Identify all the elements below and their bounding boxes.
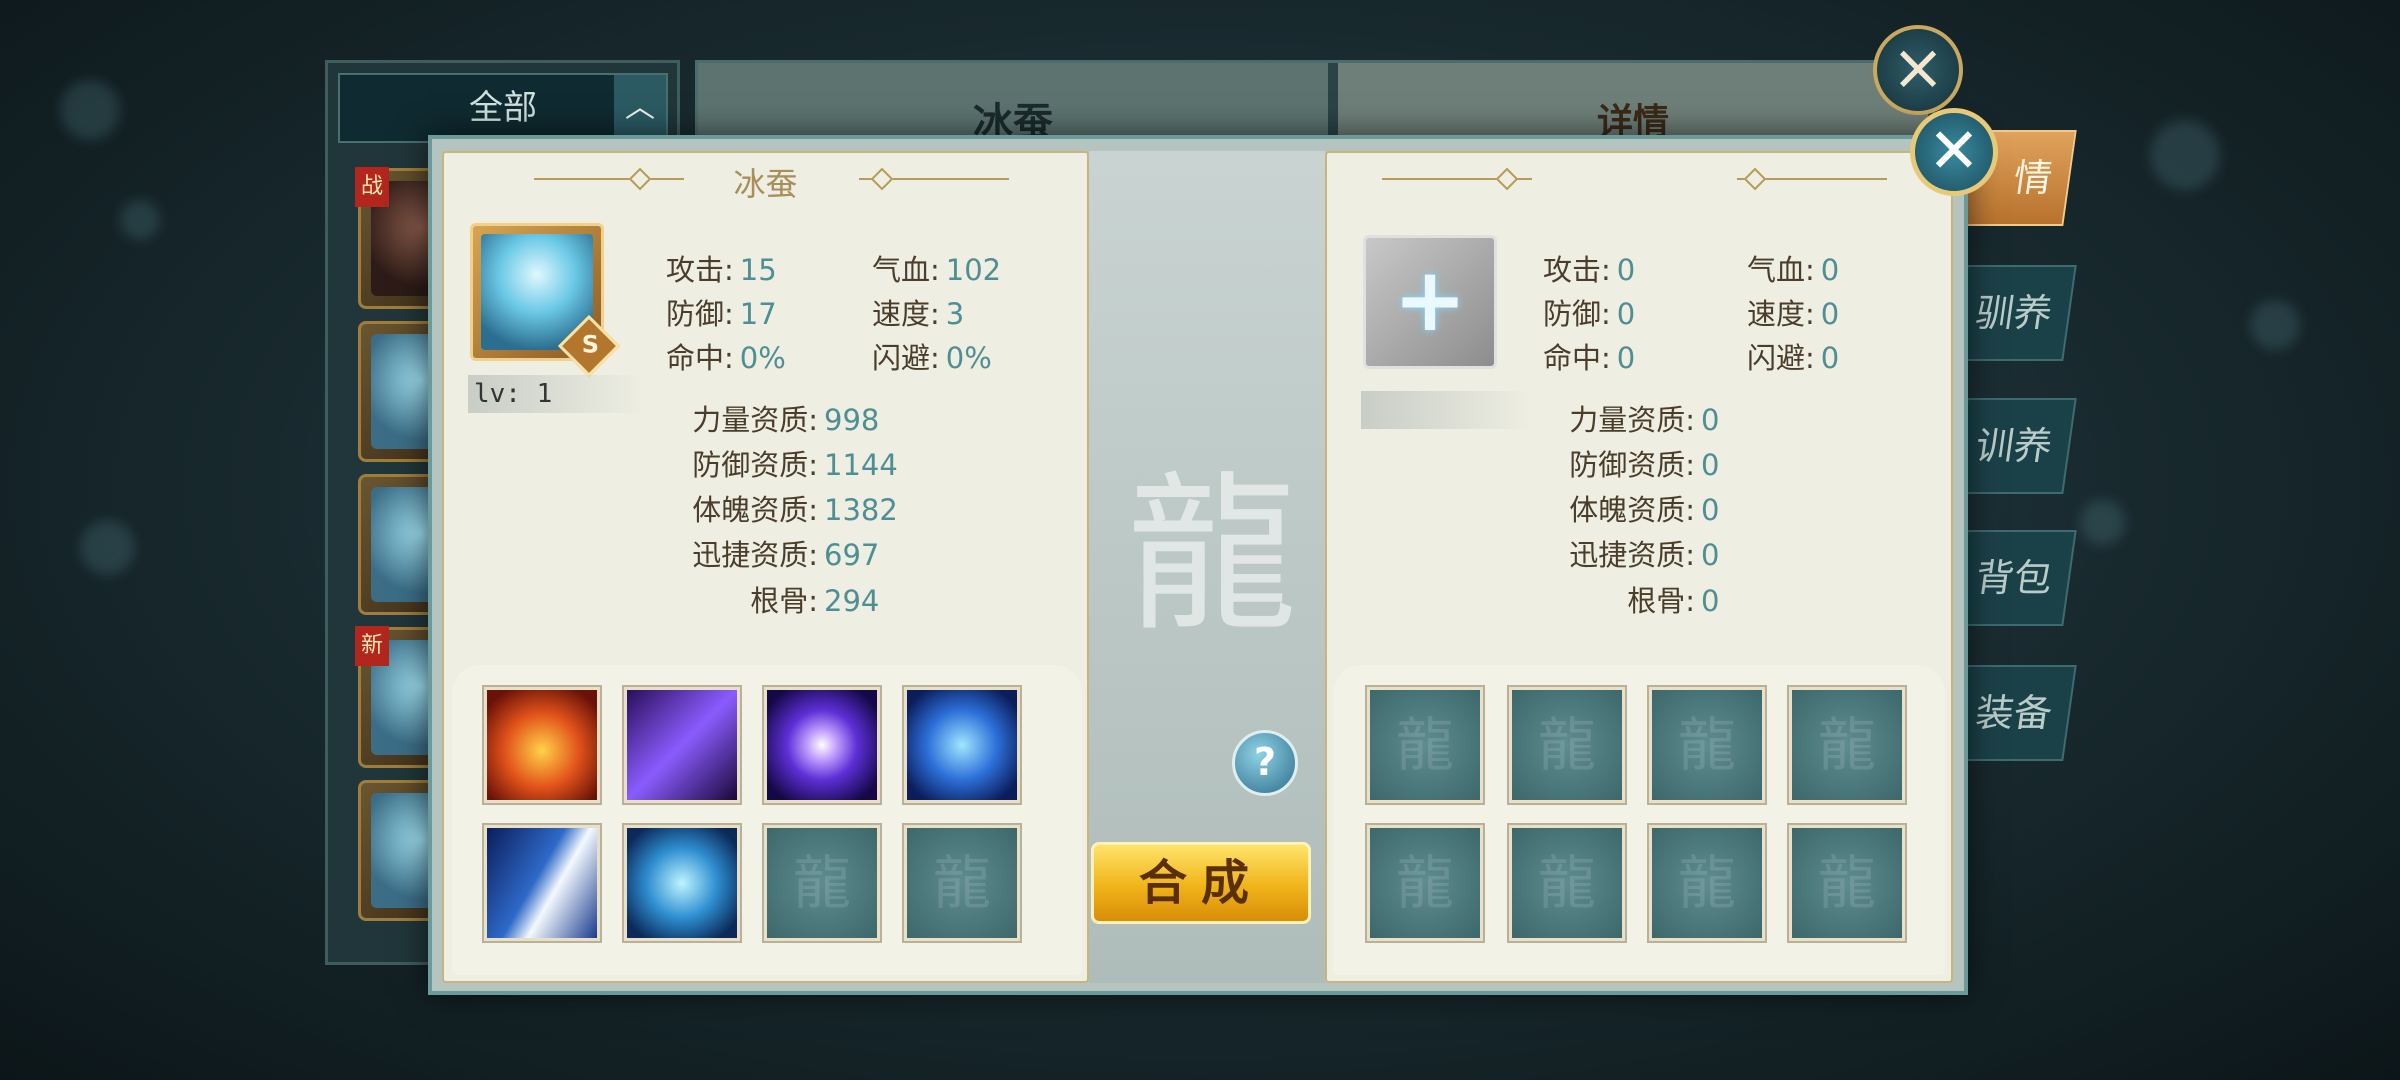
stat-speed: 速度: 3 <box>872 297 965 331</box>
empty-skill-slot[interactable] <box>1789 687 1905 803</box>
aptitude-agility: 迅捷资质: 697 <box>692 538 880 572</box>
grade-label: S <box>581 330 600 359</box>
bokeh-light <box>120 200 160 240</box>
stat-speed: 速度: 0 <box>1747 297 1840 331</box>
aptitude-root-bone: 根骨: 294 <box>750 584 880 618</box>
bokeh-light <box>2250 300 2300 350</box>
aptitude-physique: 体魄资质: 0 <box>1569 493 1720 527</box>
dragon-emblem-icon: 龍 <box>1127 457 1298 655</box>
battle-tag: 战 <box>355 167 389 207</box>
stat-attack: 攻击: 0 <box>1543 253 1636 287</box>
tab-bag[interactable]: 背包 <box>1953 530 2077 626</box>
aptitude-agility: 迅捷资质: 0 <box>1569 538 1720 572</box>
stat-defense: 防御: 17 <box>666 297 777 331</box>
help-button[interactable]: ? <box>1232 730 1298 796</box>
empty-skill-slot[interactable] <box>1649 687 1765 803</box>
title-ornament <box>1495 167 1519 191</box>
tab-equip[interactable]: 装备 <box>1953 665 2077 761</box>
aptitude-physique: 体魄资质: 1382 <box>692 493 898 527</box>
aptitude-defense: 防御资质: 1144 <box>692 448 898 482</box>
empty-skill-slot[interactable] <box>904 825 1020 941</box>
combine-button[interactable]: 合成 <box>1091 842 1311 924</box>
bokeh-light <box>60 80 120 140</box>
crossed-chains-skill-icon[interactable] <box>624 825 740 941</box>
bokeh-light <box>80 520 135 575</box>
plus-icon: + <box>1393 248 1467 351</box>
add-pet-button[interactable]: + <box>1363 235 1497 369</box>
title-ornament <box>1743 167 1767 191</box>
aptitude-strength: 力量资质: 998 <box>692 403 880 437</box>
new-tag: 新 <box>355 626 389 666</box>
stat-attack: 攻击: 15 <box>666 253 777 287</box>
aptitude-strength: 力量资质: 0 <box>1569 403 1720 437</box>
right-pet-panel: + 攻击: 0 气血: 0 防御: 0 速度: 0 命中: 0 闪避: 0 力量资质: 0 防… <box>1325 151 1953 983</box>
stat-hp: 气血: 0 <box>1747 253 1840 287</box>
chevron-up-icon[interactable]: ︿ <box>614 75 666 141</box>
aptitude-root-bone: 根骨: 0 <box>1627 584 1720 618</box>
lightning-orb-skill-icon[interactable] <box>764 687 880 803</box>
empty-skill-slot[interactable] <box>1367 825 1483 941</box>
pet-level <box>1361 391 1531 429</box>
blue-shield-skill-icon[interactable] <box>904 687 1020 803</box>
filter-label: 全部 <box>469 88 537 128</box>
tab-raise[interactable]: 驯养 <box>1953 265 2077 361</box>
stat-defense: 防御: 0 <box>1543 297 1636 331</box>
empty-skill-slot[interactable] <box>1789 825 1905 941</box>
stat-dodge: 闪避: 0% <box>872 341 992 375</box>
aptitude-defense: 防御资质: 0 <box>1569 448 1720 482</box>
empty-skill-slot[interactable] <box>1649 825 1765 941</box>
left-pet-panel: 冰蚕 S lv: 1 攻击: 15 气血: 102 防御: 17 速度: 3 命中: 0%… <box>442 151 1089 983</box>
empty-skill-slot[interactable] <box>1367 687 1483 803</box>
background-close-button[interactable]: × <box>1873 25 1963 115</box>
tab-train[interactable]: 训养 <box>1953 398 2077 494</box>
pet-portrait[interactable]: S <box>470 223 621 378</box>
skills-grid <box>452 665 1082 975</box>
bokeh-light <box>2150 120 2220 190</box>
moon-light-skill-icon[interactable] <box>484 825 600 941</box>
fire-skill-icon[interactable] <box>484 687 600 803</box>
stat-hit: 命中: 0 <box>1543 341 1636 375</box>
stat-hp: 气血: 102 <box>872 253 1002 287</box>
pet-level: lv: 1 <box>468 375 644 413</box>
stat-hit: 命中: 0% <box>666 341 786 375</box>
stat-dodge: 闪避: 0 <box>1747 341 1840 375</box>
pet-name: 冰蚕 <box>733 165 798 203</box>
empty-skill-slot[interactable] <box>1509 825 1625 941</box>
purple-slash-skill-icon[interactable] <box>624 687 740 803</box>
pet-filter-dropdown[interactable]: 全部 ︿ <box>338 73 668 143</box>
skills-grid <box>1333 665 1945 975</box>
empty-skill-slot[interactable] <box>764 825 880 941</box>
close-button[interactable]: ✕ <box>1910 108 1998 196</box>
bokeh-light <box>2080 500 2125 545</box>
empty-skill-slot[interactable] <box>1509 687 1625 803</box>
